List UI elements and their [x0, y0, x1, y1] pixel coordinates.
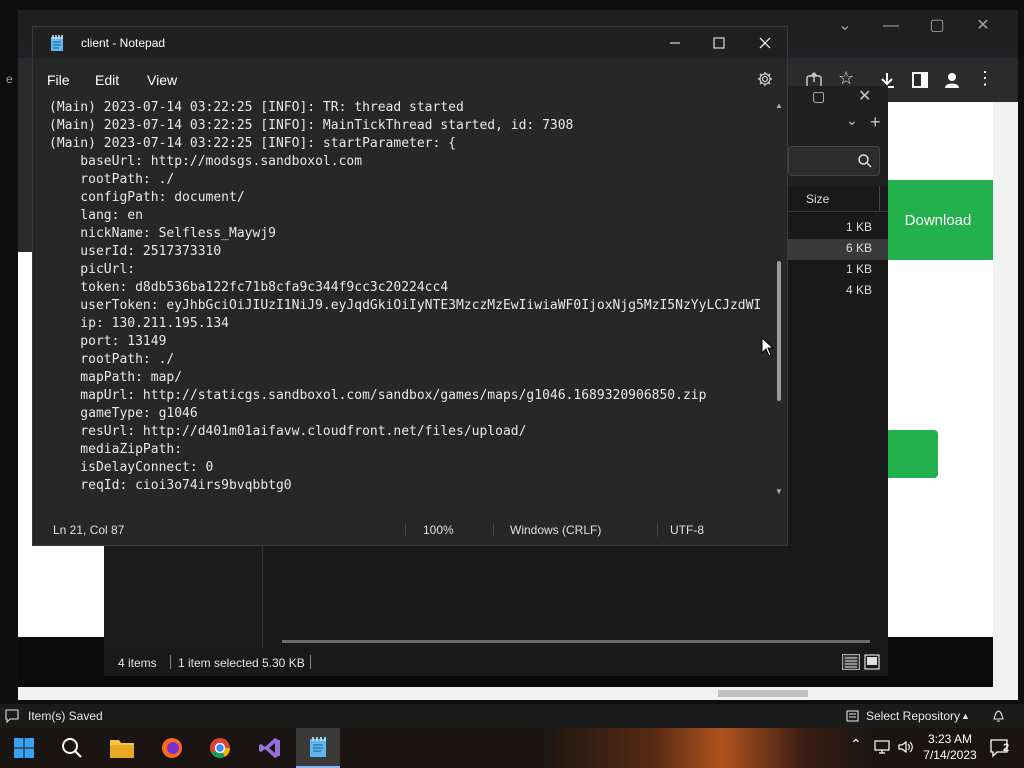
select-repository[interactable]: Select Repository [866, 704, 960, 728]
browser-scrollbar[interactable] [993, 102, 1018, 687]
tray-chevron-up-icon[interactable]: ⌃ [850, 736, 862, 753]
taskbar-notepad[interactable] [296, 728, 340, 768]
app-status-bar: Item(s) Saved Select Repository ▲ [0, 704, 1024, 728]
details-view-icon[interactable] [842, 654, 860, 670]
browser-scroll-thumb[interactable] [718, 690, 808, 697]
notification-bell-icon[interactable] [992, 709, 1005, 723]
close-icon [759, 37, 771, 49]
status-divider [310, 655, 311, 669]
settings-gear-icon[interactable] [757, 71, 773, 87]
side-panel-icon[interactable] [911, 71, 929, 89]
status-message: Item(s) Saved [28, 709, 103, 723]
cursor-position: Ln 21, Col 87 [53, 523, 125, 537]
menu-bar: File Edit View [33, 65, 787, 95]
menu-file[interactable]: File [47, 65, 70, 95]
explorer-horizontal-scrollbar[interactable] [282, 640, 870, 643]
maximize-icon [713, 37, 725, 49]
folder-icon [110, 740, 134, 758]
size-column-header[interactable]: Size [806, 192, 829, 206]
explorer-close-icon[interactable]: ✕ [858, 86, 871, 106]
notepad-status-bar: Ln 21, Col 87 100% Windows (CRLF) UTF-8 [33, 515, 787, 545]
status-separator [405, 523, 406, 537]
taskbar-search-button[interactable] [50, 728, 94, 768]
selection-count: 1 item selected [178, 656, 259, 670]
tab-fragment: e [6, 72, 13, 86]
notepad-titlebar: client - Notepad [33, 27, 787, 59]
caret-up-icon[interactable]: ▲ [961, 704, 970, 728]
window-title: client - Notepad [81, 36, 166, 50]
menu-view[interactable]: View [147, 65, 177, 95]
item-count: 4 items [118, 656, 157, 670]
browser-chevron-down-icon[interactable]: ⌄ [822, 10, 868, 42]
green-button[interactable] [883, 430, 938, 478]
menu-edit[interactable]: Edit [95, 65, 119, 95]
status-separator [493, 523, 494, 537]
file-size[interactable]: 1 KB [802, 262, 872, 276]
browser-maximize-icon[interactable]: ▢ [914, 10, 960, 42]
scroll-up-arrow-icon[interactable]: ▲ [775, 101, 783, 110]
taskbar-visual-studio[interactable] [248, 728, 292, 768]
browser-horizontal-scrollbar[interactable] [18, 687, 1018, 700]
browser-close-icon[interactable]: ✕ [960, 10, 1006, 42]
pane-divider [262, 546, 263, 648]
download-button[interactable]: Download [883, 180, 993, 260]
explorer-maximize-icon[interactable]: ▢ [812, 88, 825, 105]
taskbar-file-explorer[interactable] [100, 728, 144, 768]
line-ending: Windows (CRLF) [510, 523, 602, 537]
volume-icon[interactable] [898, 740, 914, 754]
text-editor[interactable]: (Main) 2023-07-14 03:22:25 [INFO]: TR: t… [33, 99, 787, 503]
notepad-app-icon [51, 35, 63, 51]
file-size[interactable]: 4 KB [802, 283, 872, 297]
windows-logo-icon [14, 738, 34, 758]
repository-icon [846, 710, 859, 722]
start-button[interactable] [2, 728, 46, 768]
explorer-search-box[interactable] [788, 146, 880, 176]
tray-clock[interactable]: 3:23 AM 7/14/2023 [920, 731, 980, 763]
mouse-cursor-icon [761, 337, 775, 357]
zoom-level: 100% [423, 523, 454, 537]
status-divider [170, 655, 171, 669]
profile-icon[interactable] [943, 71, 961, 89]
maximize-button[interactable] [701, 27, 737, 59]
document-text[interactable]: (Main) 2023-07-14 03:22:25 [INFO]: TR: t… [49, 99, 773, 495]
file-size[interactable]: 1 KB [802, 220, 872, 234]
editor-vertical-scrollbar[interactable]: ▲ ▼ [773, 101, 785, 497]
download-button-label: Download [904, 211, 972, 229]
chrome-icon [210, 738, 231, 759]
minimize-icon [670, 42, 680, 44]
explorer-navigation-pane [104, 546, 264, 648]
network-icon[interactable] [874, 740, 890, 754]
clock-time: 3:23 AM [927, 732, 973, 746]
wallpaper-strip [540, 728, 870, 768]
taskbar-chrome[interactable] [198, 728, 242, 768]
file-size[interactable]: 6 KB [802, 241, 872, 255]
notepad-icon [310, 737, 326, 757]
notepad-window: client - Notepad File Edit View (Main) 2… [32, 26, 788, 546]
close-button[interactable] [747, 27, 783, 59]
notification-count: 2 [1003, 742, 1010, 754]
column-divider [879, 186, 880, 211]
editor-scroll-thumb[interactable] [777, 261, 781, 401]
encoding: UTF-8 [670, 523, 704, 537]
selection-size: 5.30 KB [262, 656, 305, 670]
status-separator [657, 523, 658, 537]
minimize-button[interactable] [657, 27, 693, 59]
large-icons-view-icon[interactable] [864, 654, 880, 670]
message-icon [5, 709, 19, 723]
browser-menu-icon[interactable]: ⋮ [976, 68, 994, 89]
new-tab-icon[interactable]: + [870, 112, 881, 133]
search-icon [62, 738, 82, 758]
explorer-chevron-down-icon[interactable]: ⌄ [846, 112, 858, 129]
search-icon [858, 154, 872, 168]
scroll-down-arrow-icon[interactable]: ▼ [775, 487, 783, 496]
firefox-icon [162, 738, 182, 758]
visual-studio-icon [259, 738, 280, 758]
explorer-status-bar: 4 items 1 item selected 5.30 KB [104, 648, 888, 676]
clock-date: 7/14/2023 [923, 748, 977, 762]
browser-minimize-icon[interactable]: — [868, 10, 914, 42]
taskbar-firefox[interactable] [150, 728, 194, 768]
